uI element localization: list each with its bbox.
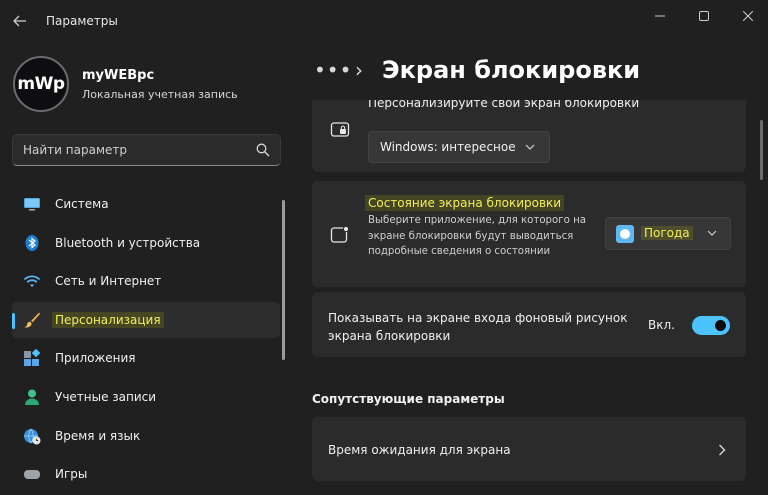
sidebar-item-label: Время и язык xyxy=(55,428,141,443)
close-icon xyxy=(742,10,754,22)
chevron-down-icon xyxy=(525,144,535,150)
sidebar-item-network[interactable]: Сеть и Интернет xyxy=(12,263,280,299)
search-icon[interactable] xyxy=(256,143,270,157)
sidebar-item-bluetooth[interactable]: Bluetooth и устройства xyxy=(12,225,280,261)
sidebar-item-personalization[interactable]: Персонализация xyxy=(12,301,280,338)
page-title: Экран блокировки xyxy=(382,56,641,84)
avatar[interactable]: mWp xyxy=(13,56,69,112)
lock-screen-status-card: Состояние экрана блокировки Выберите при… xyxy=(312,181,746,287)
toggle-knob xyxy=(715,320,726,331)
related-item-screen-timeout[interactable]: Время ожидания для экрана xyxy=(312,417,746,481)
related-item-label: Время ожидания для экрана xyxy=(328,443,511,457)
signin-background-toggle[interactable] xyxy=(692,316,730,335)
arrow-left-icon xyxy=(13,15,26,27)
personalize-lock-screen-card: Персонализируйте свой экран блокировки W… xyxy=(312,100,746,172)
sidebar-item-gaming[interactable]: Игры xyxy=(12,456,280,492)
person-icon xyxy=(25,389,39,405)
sidebar-item-time-language[interactable]: Время и язык xyxy=(12,418,280,454)
bluetooth-icon xyxy=(25,234,39,251)
sidebar-item-label: Bluetooth и устройства xyxy=(55,235,201,250)
avatar-text: mWp xyxy=(17,74,65,94)
signin-background-card: Показывать на экране входа фоновый рисун… xyxy=(312,292,746,357)
maximize-button[interactable] xyxy=(690,6,718,26)
lock-status-icon xyxy=(330,225,350,243)
apps-icon xyxy=(24,349,41,367)
chevron-down-icon xyxy=(707,230,717,236)
search-box xyxy=(12,134,281,166)
sidebar-item-label: Приложения xyxy=(55,351,136,366)
sidebar-item-apps[interactable]: Приложения xyxy=(12,340,280,376)
active-indicator xyxy=(12,312,15,329)
sidebar-scrollbar[interactable] xyxy=(282,200,285,360)
toggle-state-label: Вкл. xyxy=(648,318,675,332)
gamepad-icon xyxy=(24,470,40,480)
minimize-icon xyxy=(655,15,665,17)
title-bar: Параметры xyxy=(0,0,768,42)
sidebar-item-accounts[interactable]: Учетные записи xyxy=(12,379,280,415)
highlighted-label: Персонализация xyxy=(52,311,164,328)
highlighted-title: Состояние экрана блокировки xyxy=(365,195,565,211)
close-button[interactable] xyxy=(734,6,762,26)
back-button[interactable] xyxy=(10,11,30,31)
globe-clock-icon xyxy=(24,428,41,445)
dropdown-value: Погода xyxy=(641,226,693,240)
profile-account-type: Локальная учетная запись xyxy=(82,88,238,101)
sidebar-nav: Система Bluetooth и устройства Сеть и Ин… xyxy=(12,186,280,495)
lock-screen-status-description: Выберите приложение, для которого на экр… xyxy=(368,215,586,257)
sidebar-item-label: Персонализация xyxy=(52,311,164,328)
sidebar-item-label: Игры xyxy=(55,467,88,482)
sidebar-item-system[interactable]: Система xyxy=(12,186,280,222)
signin-background-label: Показывать на экране входа фоновый рисун… xyxy=(328,311,628,343)
lock-screen-status-title: Состояние экрана блокировки xyxy=(365,195,565,211)
personalize-lock-screen-title: Персонализируйте свой экран блокировки xyxy=(368,96,640,110)
profile-name: myWEBpc xyxy=(82,68,155,83)
sidebar-item-label: Сеть и Интернет xyxy=(55,274,162,289)
brush-icon xyxy=(24,312,40,328)
weather-app-icon xyxy=(616,225,634,243)
dropdown-value: Windows: интересное xyxy=(380,140,516,154)
minimize-button[interactable] xyxy=(646,6,674,26)
wifi-icon xyxy=(23,275,41,288)
chevron-right-icon xyxy=(719,444,726,456)
sidebar-item-label: Система xyxy=(55,197,109,211)
lock-screen-icon xyxy=(330,122,350,137)
lock-screen-background-dropdown[interactable]: Windows: интересное xyxy=(368,131,550,163)
related-settings-title: Сопутствующие параметры xyxy=(312,392,505,406)
sidebar-item-label: Учетные записи xyxy=(55,389,157,404)
lock-screen-status-app-dropdown[interactable]: Погода xyxy=(605,217,731,250)
content-scrollbar[interactable] xyxy=(760,120,763,180)
monitor-icon xyxy=(24,198,40,211)
app-title: Параметры xyxy=(46,14,118,28)
breadcrumb-separator: › xyxy=(355,58,363,82)
maximize-icon xyxy=(699,11,709,21)
breadcrumb-more-button[interactable]: ••• xyxy=(314,58,352,82)
search-input[interactable] xyxy=(13,135,243,165)
